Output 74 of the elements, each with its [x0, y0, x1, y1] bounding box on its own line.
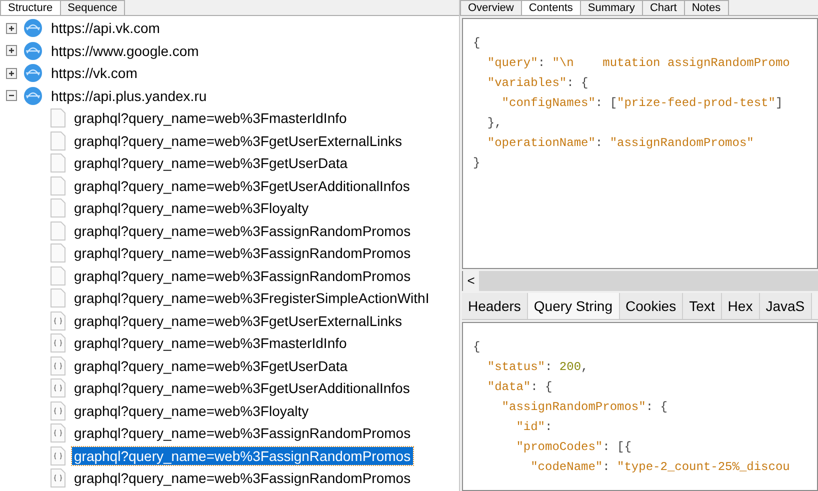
code-line: "id": [515, 419, 552, 436]
file-icon [50, 198, 66, 218]
panel-tab[interactable]: Overview [460, 0, 522, 15]
expand-icon[interactable] [6, 68, 17, 79]
horizontal-scrollbar[interactable]: < [462, 271, 818, 291]
json-file-icon [50, 333, 66, 354]
globe-icon [23, 18, 43, 38]
request-item[interactable]: graphql?query_name=web%3FgetUserExternalLinks [72, 132, 404, 150]
json-file-icon [50, 378, 66, 398]
scroll-left-button[interactable]: < [463, 271, 479, 291]
request-item[interactable]: graphql?query_name=web%3FregisterSimpleActionWithI [72, 289, 432, 308]
json-file-icon [50, 446, 66, 466]
request-item[interactable]: graphql?query_name=web%3Floyalty [72, 199, 311, 218]
panel-tab[interactable]: Sequence [60, 0, 126, 15]
globe-icon [23, 63, 43, 84]
request-item[interactable]: graphql?query_name=web%3FmasterIdInfo [72, 334, 349, 352]
code-line: "promoCodes": [{ [515, 439, 632, 456]
file-icon [50, 266, 66, 286]
request-item[interactable]: graphql?query_name=web%3FgetUserAdditionalInfos [72, 176, 412, 195]
code-line: }, [486, 115, 502, 132]
request-item[interactable]: graphql?query_name=web%3FmasterIdInfo [72, 109, 349, 128]
file-icon [50, 108, 66, 128]
request-item[interactable]: graphql?query_name=web%3FassignRandomPromos [72, 244, 413, 262]
code-line: "operationName": "assignRandomPromos" [486, 135, 754, 152]
request-item[interactable]: graphql?query_name=web%3Floyalty [72, 402, 311, 420]
host-item[interactable]: https://www.google.com [49, 42, 201, 60]
code-line: { [473, 339, 480, 356]
request-item[interactable]: graphql?query_name=web%3FgetUserExternalLinks [72, 312, 404, 330]
json-file-icon [50, 310, 66, 331]
panel-tab[interactable]: Notes [684, 0, 729, 15]
code-line: "variables": { [486, 75, 588, 92]
file-icon [50, 220, 66, 241]
request-item[interactable]: graphql?query_name=web%3FassignRandomPromos [72, 446, 413, 465]
expand-icon[interactable] [6, 22, 17, 34]
code-line: "query": "\n mutation assignRandomPromo [486, 55, 790, 72]
response-tab[interactable]: JavaS [760, 293, 812, 319]
code-line: "codeName": "type-2_count-25%_discou [530, 459, 790, 476]
host-item[interactable]: https://api.plus.yandex.ru [49, 86, 209, 105]
response-tab[interactable]: Text [683, 293, 722, 319]
response-tab[interactable]: Headers [462, 293, 528, 319]
globe-icon [23, 40, 43, 61]
response-tab[interactable]: Hex [722, 293, 760, 319]
panel-tab[interactable]: Contents [520, 0, 581, 15]
code-line: "configNames": ["prize-feed-prod-test"] [500, 95, 783, 112]
json-file-icon [50, 356, 66, 376]
request-item[interactable]: graphql?query_name=web%3FgetUserData [72, 154, 350, 172]
code-line: } [473, 155, 480, 172]
file-icon [50, 130, 66, 151]
json-file-icon [50, 423, 66, 444]
code-line: { [473, 35, 480, 52]
request-item[interactable]: graphql?query_name=web%3FassignRandomPromos [72, 469, 413, 488]
expand-icon[interactable] [6, 45, 17, 56]
file-icon [50, 153, 66, 174]
panel-tab[interactable]: Structure [0, 0, 61, 15]
file-icon [50, 176, 66, 196]
request-item[interactable]: graphql?query_name=web%3FassignRandomPromos [72, 424, 413, 442]
globe-icon [23, 86, 43, 106]
host-item[interactable]: https://api.vk.com [49, 19, 162, 38]
file-icon [50, 243, 66, 264]
request-item[interactable]: graphql?query_name=web%3FgetUserData [72, 356, 350, 375]
request-item[interactable]: graphql?query_name=web%3FassignRandomPromos [72, 266, 413, 285]
file-icon [50, 288, 66, 308]
panel-tab[interactable]: Summary [580, 0, 643, 15]
code-line: "data": { [486, 379, 552, 396]
request-item[interactable]: graphql?query_name=web%3FassignRandomPromos [72, 222, 413, 240]
response-tab[interactable]: Cookies [620, 293, 684, 319]
response-tab[interactable]: Query String [528, 293, 620, 319]
code-line: "status": 200, [486, 359, 588, 376]
request-item[interactable]: graphql?query_name=web%3FgetUserAdditionalInfos [72, 379, 412, 398]
code-line: "assignRandomPromos": { [500, 399, 668, 416]
json-file-icon [50, 400, 66, 421]
collapse-icon[interactable] [6, 90, 17, 102]
host-item[interactable]: https://vk.com [49, 64, 140, 82]
json-file-icon [50, 468, 66, 488]
